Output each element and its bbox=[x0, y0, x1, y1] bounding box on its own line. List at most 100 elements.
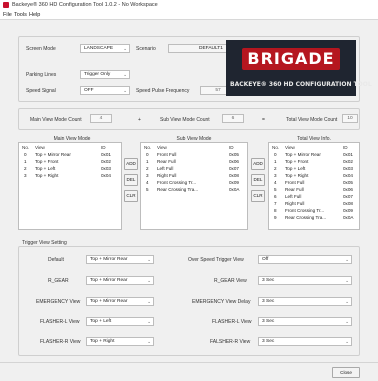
main-count-field: 4 bbox=[90, 114, 112, 123]
row-no: 1 bbox=[274, 159, 277, 164]
list-item[interactable]: 8 Front Crossing Tr... 0x09 bbox=[269, 207, 359, 214]
trigger-rgear-select[interactable]: Top + Mirror Rear ⌄ bbox=[86, 276, 154, 285]
row-no: 8 bbox=[274, 208, 277, 213]
main-clr-button[interactable]: CLR bbox=[124, 190, 138, 202]
list-item[interactable]: 1 Rear Full 0x06 bbox=[141, 158, 247, 165]
parking-lines-label: Parking Lines bbox=[26, 72, 57, 78]
scenario-label: Scenario bbox=[136, 46, 156, 52]
list-item[interactable]: 4 Front Full 0x05 bbox=[269, 179, 359, 186]
chevron-down-icon: ⌄ bbox=[345, 319, 349, 324]
column-no: No. bbox=[272, 145, 280, 150]
speed-signal-value: OFF bbox=[84, 88, 94, 93]
column-id: ID bbox=[101, 145, 106, 150]
list-item[interactable]: 1 Top + Front 0x02 bbox=[19, 158, 121, 165]
chevron-down-icon: ⌄ bbox=[123, 72, 127, 77]
list-item[interactable]: 3 Top + Right 0x04 bbox=[269, 172, 359, 179]
menu-help[interactable]: Help bbox=[29, 12, 40, 18]
menu-file[interactable]: File bbox=[3, 12, 12, 18]
flasher-l-delay-label: FLASHER-L View bbox=[212, 319, 252, 325]
over-speed-value: Off bbox=[262, 257, 269, 262]
total-view-list[interactable]: No. View ID 0 Top + Mirror Rear 0x01 1 T… bbox=[268, 142, 360, 230]
row-view: Top + Left bbox=[285, 166, 306, 171]
list-item[interactable]: 3 Right Full 0x08 bbox=[141, 172, 247, 179]
speed-pulse-label: Speed Pulse Frequency bbox=[136, 88, 190, 94]
row-no: 9 bbox=[274, 215, 277, 220]
column-no: No. bbox=[22, 145, 30, 150]
row-view: Rear Full bbox=[157, 159, 176, 164]
list-item[interactable]: 2 Top + Left 0x03 bbox=[19, 165, 121, 172]
list-item[interactable]: 9 Rear Crossing Tra... 0x0A bbox=[269, 214, 359, 221]
row-id: 0x03 bbox=[101, 166, 111, 171]
row-id: 0x02 bbox=[343, 159, 353, 164]
list-item[interactable]: 5 Rear Full 0x06 bbox=[269, 186, 359, 193]
list-item[interactable]: 5 Rear Crossing Tra... 0x0A bbox=[141, 186, 247, 193]
list-item[interactable]: 3 Top + Right 0x04 bbox=[19, 172, 121, 179]
row-id: 0x06 bbox=[343, 187, 353, 192]
close-button[interactable]: Close bbox=[332, 367, 360, 378]
trigger-rgear-label: R_GEAR bbox=[48, 278, 69, 284]
footer-divider bbox=[0, 362, 378, 363]
row-no: 0 bbox=[274, 152, 277, 157]
brand-panel: BRIGADE BACKEYE® 360 HD CONFIGURATION TO… bbox=[226, 40, 372, 96]
row-id: 0x04 bbox=[101, 173, 111, 178]
list-item[interactable]: 1 Top + Front 0x02 bbox=[269, 158, 359, 165]
column-no: No. bbox=[144, 145, 152, 150]
column-view: View bbox=[285, 145, 295, 150]
row-no: 2 bbox=[274, 166, 277, 171]
list-item[interactable]: 2 Top + Left 0x03 bbox=[269, 165, 359, 172]
flasher-r-delay-label: FALSHER-R View bbox=[210, 339, 251, 345]
list-item[interactable]: 7 Right Full 0x08 bbox=[269, 200, 359, 207]
row-view: Front Full bbox=[285, 180, 305, 185]
row-no: 3 bbox=[146, 173, 149, 178]
over-speed-label: Over Speed Trigger View bbox=[188, 257, 244, 263]
row-id: 0x03 bbox=[343, 166, 353, 171]
main-add-button[interactable]: ADD bbox=[124, 158, 138, 170]
sub-del-button[interactable]: DEL bbox=[251, 174, 265, 186]
screen-mode-select[interactable]: LANDSCAPE ⌄ bbox=[80, 44, 130, 53]
over-speed-select[interactable]: Off ⌄ bbox=[258, 255, 352, 264]
trigger-flasher-l-select[interactable]: Top + Left ⌄ bbox=[86, 317, 154, 326]
sub-clr-button[interactable]: CLR bbox=[251, 190, 265, 202]
equals-sign: = bbox=[262, 117, 265, 123]
row-view: Top + Mirror Rear bbox=[285, 152, 321, 157]
trigger-flasher-l-label: FLASHER-L View bbox=[40, 319, 80, 325]
list-item[interactable]: 6 Left Full 0x07 bbox=[269, 193, 359, 200]
speed-signal-select[interactable]: OFF ⌄ bbox=[80, 86, 130, 95]
trigger-flasher-r-select[interactable]: Top + Right ⌄ bbox=[86, 337, 154, 346]
list-item[interactable]: 4 Front Crossing Tr... 0x09 bbox=[141, 179, 247, 186]
row-no: 3 bbox=[24, 173, 27, 178]
title-bar: Backeye® 360 HD Configuration Tool 1.0.2… bbox=[0, 0, 378, 11]
row-view: Top + Mirror Rear bbox=[35, 152, 71, 157]
list-item[interactable]: 2 Left Full 0x07 bbox=[141, 165, 247, 172]
main-del-button[interactable]: DEL bbox=[124, 174, 138, 186]
chevron-down-icon: ⌄ bbox=[147, 257, 151, 262]
row-view: Left Full bbox=[285, 194, 302, 199]
chevron-down-icon: ⌄ bbox=[123, 88, 127, 93]
chevron-down-icon: ⌄ bbox=[147, 339, 151, 344]
column-id: ID bbox=[343, 145, 348, 150]
main-view-list[interactable]: No. View ID 0 Top + Mirror Rear 0x01 1 T… bbox=[18, 142, 122, 230]
row-id: 0x08 bbox=[343, 201, 353, 206]
rgear-delay-select[interactable]: 3 Sec ⌄ bbox=[258, 276, 352, 285]
parking-lines-value: Trigger Only bbox=[84, 72, 111, 77]
parking-lines-select[interactable]: Trigger Only ⌄ bbox=[80, 70, 130, 79]
total-count-label: Total View Mode Count bbox=[286, 117, 338, 123]
sub-view-list[interactable]: No. View ID 0 Front Full 0x05 1 Rear Ful… bbox=[140, 142, 248, 230]
trigger-emergency-select[interactable]: Top + Mirror Rear ⌄ bbox=[86, 297, 154, 306]
flasher-l-delay-select[interactable]: 3 Sec ⌄ bbox=[258, 317, 352, 326]
chevron-down-icon: ⌄ bbox=[147, 299, 151, 304]
chevron-down-icon: ⌄ bbox=[147, 319, 151, 324]
list-item[interactable]: 0 Top + Mirror Rear 0x01 bbox=[269, 151, 359, 158]
list-item[interactable]: 0 Front Full 0x05 bbox=[141, 151, 247, 158]
menu-tools[interactable]: Tools bbox=[14, 12, 27, 18]
flasher-r-delay-select[interactable]: 3 Sec ⌄ bbox=[258, 337, 352, 346]
trigger-default-label: Default bbox=[48, 257, 64, 263]
sub-add-button[interactable]: ADD bbox=[251, 158, 265, 170]
row-id: 0x08 bbox=[229, 173, 239, 178]
row-id: 0x07 bbox=[229, 166, 239, 171]
emergency-delay-select[interactable]: 3 Sec ⌄ bbox=[258, 297, 352, 306]
row-id: 0x05 bbox=[343, 180, 353, 185]
trigger-default-select[interactable]: Top + Mirror Rear ⌄ bbox=[86, 255, 154, 264]
row-no: 4 bbox=[274, 180, 277, 185]
list-item[interactable]: 0 Top + Mirror Rear 0x01 bbox=[19, 151, 121, 158]
